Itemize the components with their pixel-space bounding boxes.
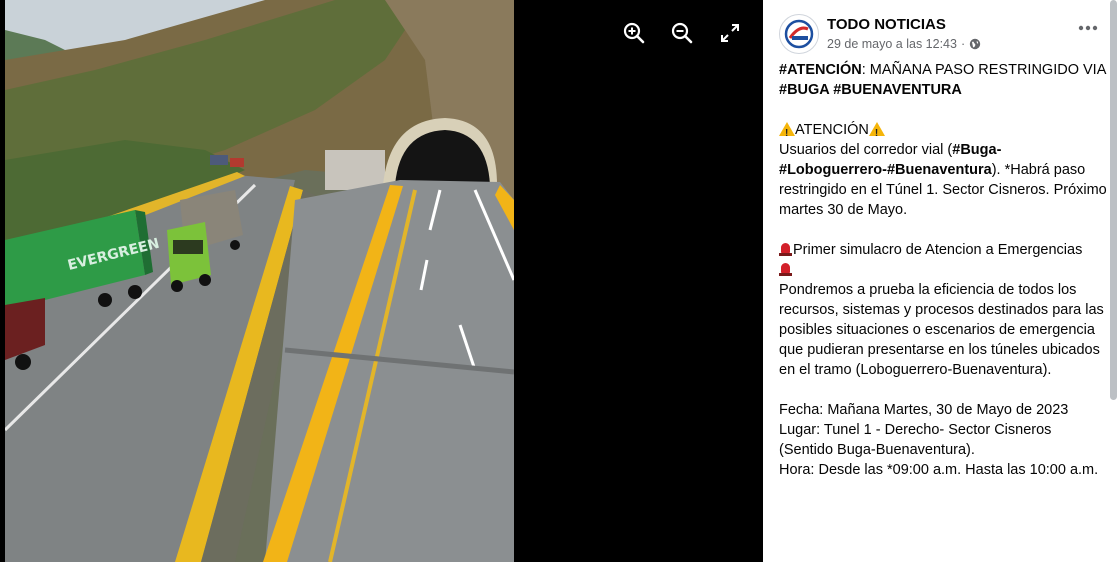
post-photo[interactable]: EVERGREEN [5,0,514,562]
zoom-out-button[interactable] [667,18,697,48]
viewer-toolbar [619,18,745,48]
highway-tunnel-image: EVERGREEN [5,0,514,562]
siren-line [779,260,1108,280]
siren-icon [779,242,792,256]
zoom-in-button[interactable] [619,18,649,48]
zoom-in-icon [623,22,645,44]
media-viewer: EVERGREEN [0,0,763,562]
headline-text: : MAÑANA PASO RESTRINGIDO VIA [861,62,1107,78]
more-options-icon [1078,25,1098,30]
fullscreen-button[interactable] [715,18,745,48]
paragraph-corredor: Usuarios del corredor vial (#Buga-#Lobog… [779,142,1107,218]
hora-line: Hora: Desde las *09:00 a.m. Hasta las 10… [779,462,1099,478]
post-panel: TODO NOTICIAS 29 de mayo a las 12:43 · #… [763,0,1118,562]
post-header: TODO NOTICIAS 29 de mayo a las 12:43 · [763,0,1118,54]
warning-icon [868,122,885,144]
page-avatar[interactable] [779,13,819,54]
post-timestamp[interactable]: 29 de mayo a las 12:43 [827,36,957,52]
globe-icon [969,38,981,50]
simulacro-title: Primer simulacro de Atencion a Emergenci… [779,240,1108,260]
paragraph-simulacro: Pondremos a prueba la eficiencia de todo… [779,282,1104,378]
attention-line: ATENCIÓN [779,120,1108,144]
zoom-out-icon [671,22,693,44]
hashtag-buga-buenaventura-link[interactable]: #BUGA #BUENAVENTURA [779,80,1108,100]
attention-text: ATENCIÓN [795,122,869,138]
lugar-line: Lugar: Tunel 1 - Derecho- Sector Cisnero… [779,422,1052,458]
fullscreen-icon [721,24,739,42]
siren-icon [779,262,792,276]
timestamp-separator: · [960,37,966,51]
page-name-link[interactable]: TODO NOTICIAS [827,15,1070,34]
page-logo-icon [781,15,817,52]
panel-scrollbar[interactable] [1110,0,1117,400]
headline: #ATENCIÓN: MAÑANA PASO RESTRINGIDO VIA [779,60,1108,80]
post-body: #ATENCIÓN: MAÑANA PASO RESTRINGIDO VIA #… [763,54,1108,480]
hashtag-atencion-link[interactable]: #ATENCIÓN [779,62,862,78]
post-time-row: 29 de mayo a las 12:43 · [827,36,1070,52]
fecha-line: Fecha: Mañana Martes, 30 de Mayo de 2023 [779,402,1069,418]
more-options-button[interactable] [1070,10,1106,46]
warning-icon [779,122,795,144]
post-meta: TODO NOTICIAS 29 de mayo a las 12:43 · [827,15,1070,52]
